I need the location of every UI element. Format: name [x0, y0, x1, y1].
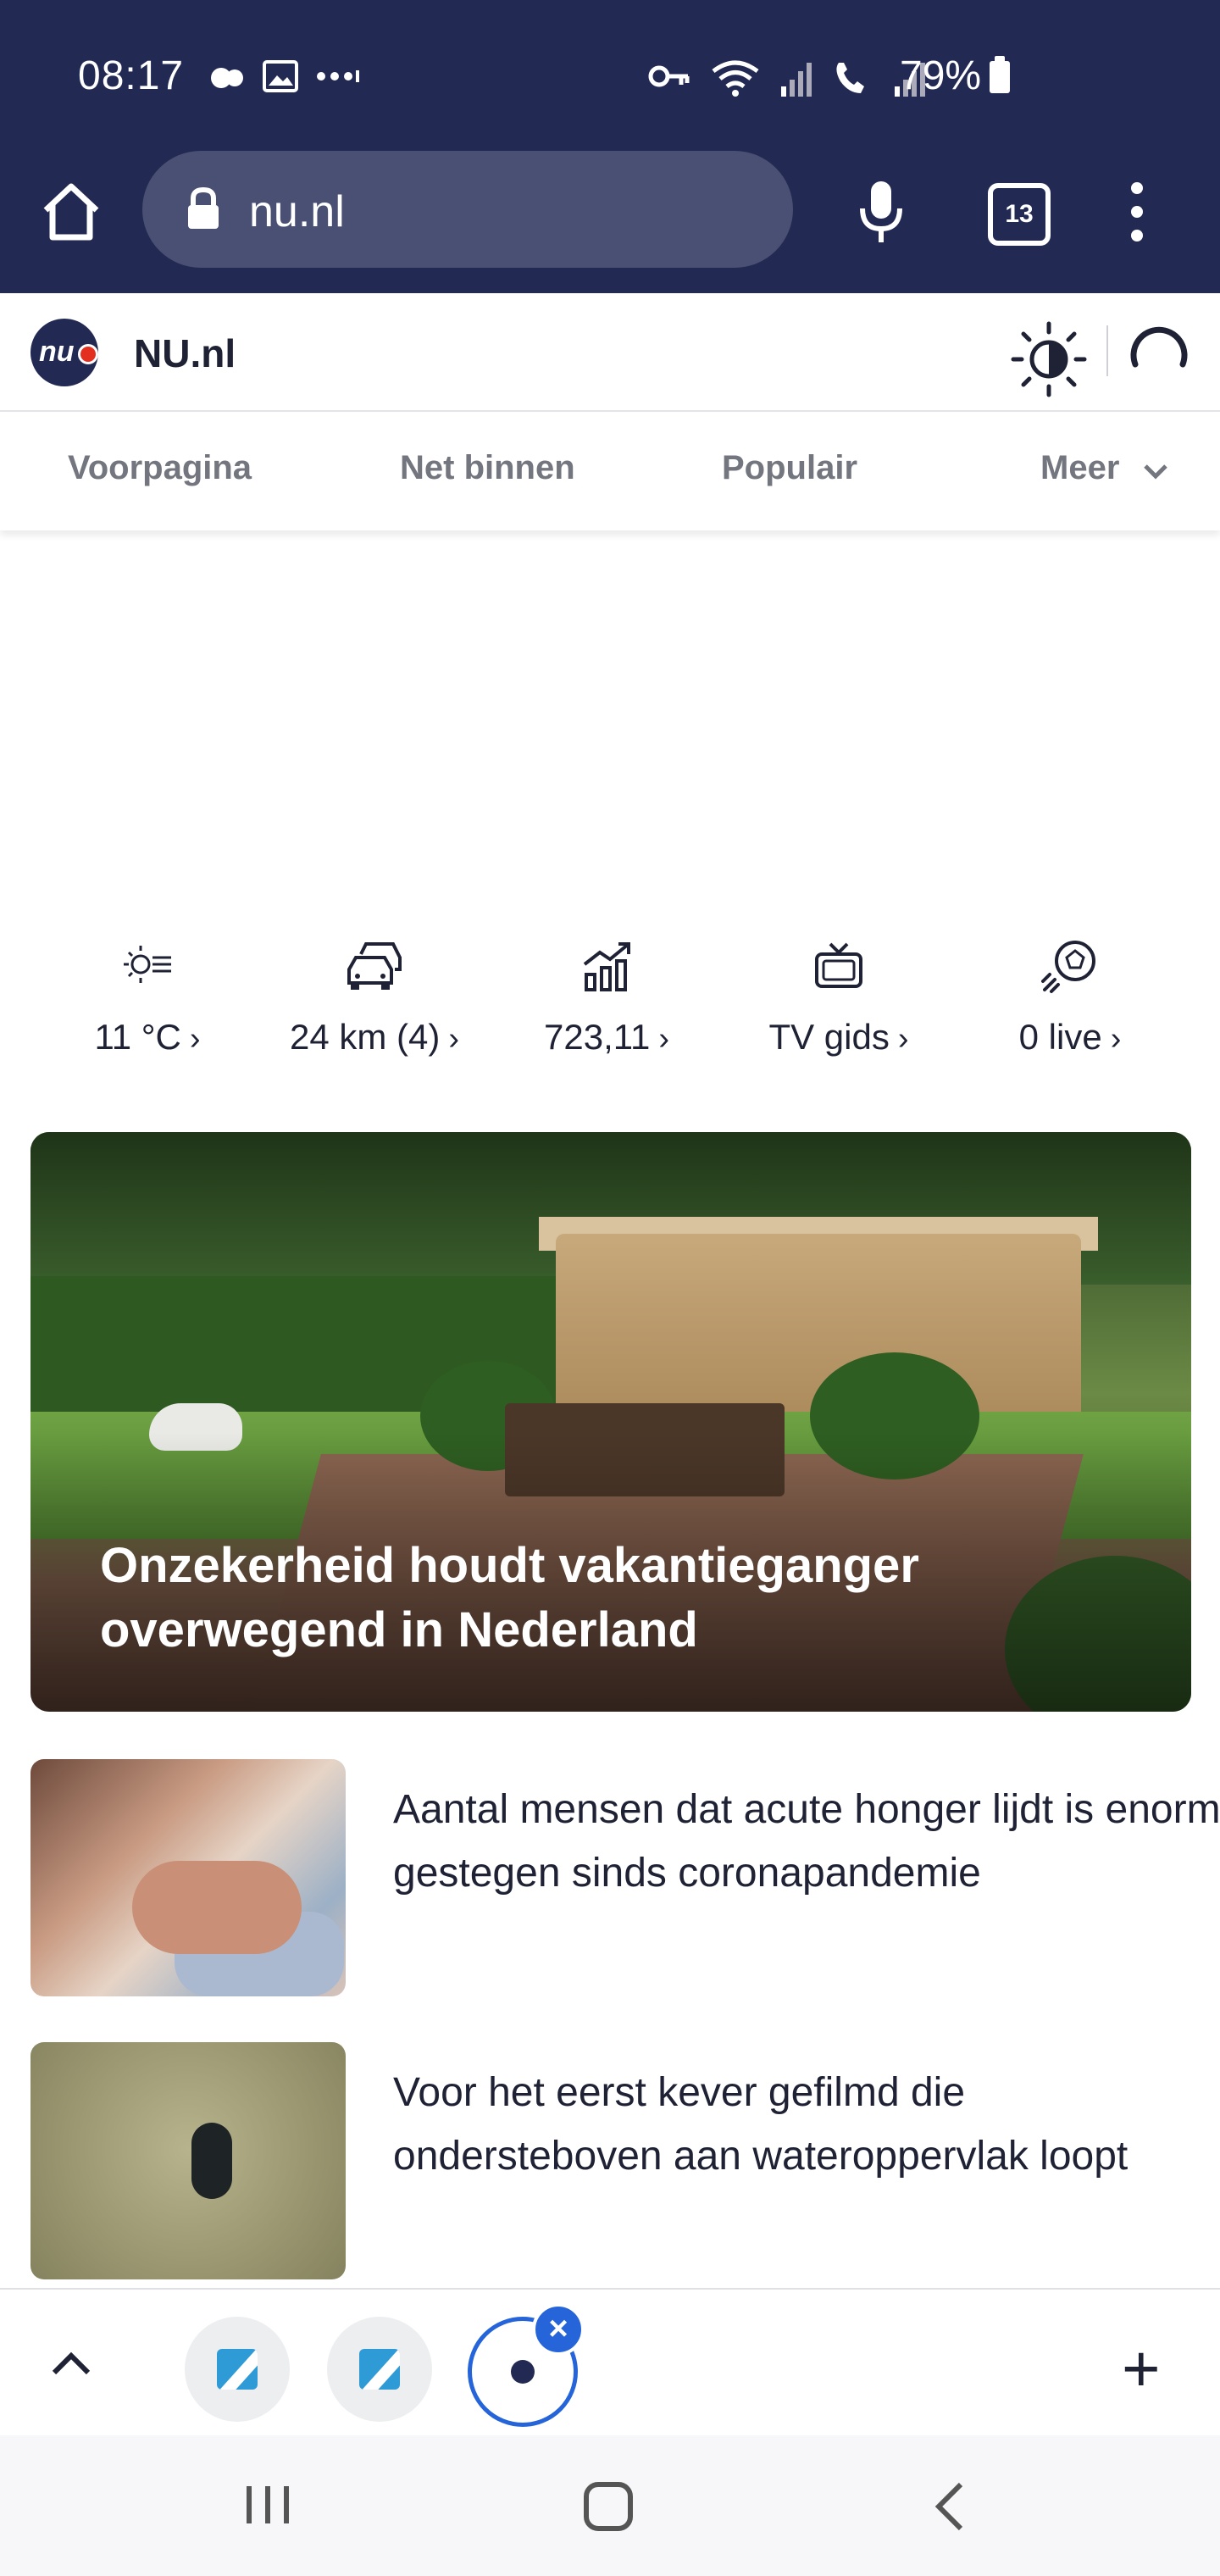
section-nav: Voorpagina Net binnen Populair Meer — [0, 412, 1220, 530]
new-tab-button[interactable]: + — [1122, 2335, 1161, 2401]
traffic-icon — [347, 942, 402, 990]
nu-logo[interactable]: nu — [30, 319, 98, 386]
chevron-up-icon[interactable] — [49, 2346, 93, 2379]
thumbnail-beetle — [191, 2123, 232, 2199]
hero-title[interactable]: Onzekerheid houdt vakantieganger overweg… — [100, 1534, 1032, 1663]
nav-meer[interactable]: Meer — [1040, 449, 1119, 487]
football-widget[interactable]: 0 live › — [1006, 932, 1134, 1058]
signal-icon — [781, 63, 812, 97]
key-icon — [648, 65, 690, 87]
weather-widget[interactable]: 11 °C › — [76, 932, 219, 1058]
status-bar: 08:17 79% — [0, 0, 1220, 153]
article-headline[interactable]: Aantal mensen dat acute honger lijdt is … — [393, 1778, 1220, 1905]
nav-populair[interactable]: Populair — [722, 449, 857, 487]
url-text: nu.nl — [249, 187, 345, 236]
chevron-down-icon[interactable] — [1142, 461, 1169, 481]
tv-guide-label: TV gids — [768, 1017, 890, 1057]
home-icon[interactable] — [36, 176, 107, 247]
nav-net-binnen[interactable]: Net binnen — [400, 449, 575, 487]
weather-value: 11 °C — [94, 1017, 181, 1057]
chevron-right-icon: › — [658, 1021, 669, 1057]
header-divider — [1106, 325, 1108, 376]
article-thumbnail[interactable] — [30, 1759, 346, 1996]
list-item[interactable]: Voor het eerst kever gefilmd die onderst… — [30, 2042, 1191, 2279]
battery-icon — [990, 56, 1010, 93]
status-time: 08:17 — [78, 53, 185, 98]
chevron-right-icon: › — [189, 1021, 201, 1057]
image-icon — [263, 60, 298, 92]
volte-icon — [836, 63, 864, 93]
chevron-right-icon: › — [897, 1021, 909, 1057]
tv-icon — [815, 942, 862, 988]
traffic-value: 24 km (4) — [289, 1017, 441, 1057]
weather-icon — [124, 946, 171, 983]
site-favicon-icon — [359, 2349, 400, 2390]
loading-spinner-icon — [1130, 326, 1188, 368]
nav-voorpagina[interactable]: Voorpagina — [68, 449, 252, 487]
chevron-right-icon: › — [1110, 1021, 1122, 1057]
microphone-icon[interactable] — [856, 176, 907, 247]
info-widgets: 11 °C › 24 km (4) › 723,11 › TV gids › 0 liv… — [0, 932, 1220, 1076]
tab-thumbnail[interactable] — [327, 2317, 432, 2422]
lock-icon — [188, 186, 219, 229]
article-headline[interactable]: Voor het eerst kever gefilmd die onderst… — [393, 2061, 1220, 2188]
more-dots-icon — [317, 70, 359, 82]
address-bar[interactable]: nu.nl — [142, 151, 793, 268]
wifi-icon — [712, 60, 759, 97]
overflow-menu-icon[interactable] — [1120, 176, 1154, 247]
tab-thumbnail[interactable] — [185, 2317, 290, 2422]
logo-text: nu — [39, 336, 75, 368]
carrier-icon — [211, 68, 243, 88]
thumbnail-child — [132, 1861, 302, 1954]
home-nav-icon[interactable] — [581, 2479, 635, 2534]
tab-strip: × + — [0, 2288, 1220, 2434]
system-nav-bar — [0, 2435, 1220, 2576]
hero-article[interactable]: Onzekerheid houdt vakantieganger overweg… — [30, 1132, 1191, 1712]
browser-toolbar: nu.nl 13 — [0, 151, 1220, 269]
nu-favicon-icon — [511, 2360, 535, 2384]
logo-dot — [78, 344, 98, 364]
site-header: nu NU.nl — [0, 293, 1220, 412]
stocks-icon — [583, 942, 630, 991]
site-name[interactable]: NU.nl — [134, 330, 236, 376]
status-left-icons — [208, 58, 360, 97]
stocks-value: 723,11 — [544, 1017, 651, 1057]
browser-chrome: 08:17 79% nu.nl 13 — [0, 0, 1220, 293]
article-thumbnail[interactable] — [30, 2042, 346, 2279]
chevron-right-icon: › — [448, 1021, 460, 1057]
football-icon — [1041, 941, 1095, 993]
theme-toggle-icon[interactable] — [1008, 319, 1090, 400]
site-favicon-icon — [217, 2349, 258, 2390]
stocks-widget[interactable]: 723,11 › — [530, 932, 683, 1058]
close-tab-button[interactable]: × — [532, 2303, 585, 2356]
status-right-icons — [647, 58, 927, 98]
tab-switcher-button[interactable]: 13 — [988, 183, 1051, 246]
back-icon[interactable] — [929, 2479, 969, 2534]
battery-percentage: 79% — [900, 53, 982, 98]
tv-guide-widget[interactable]: TV gids › — [756, 932, 922, 1058]
traffic-widget[interactable]: 24 km (4) › — [273, 932, 476, 1058]
live-matches-value: 0 live — [1018, 1017, 1102, 1057]
list-item[interactable]: Aantal mensen dat acute honger lijdt is … — [30, 1759, 1220, 1996]
recent-apps-icon[interactable] — [241, 2479, 295, 2530]
